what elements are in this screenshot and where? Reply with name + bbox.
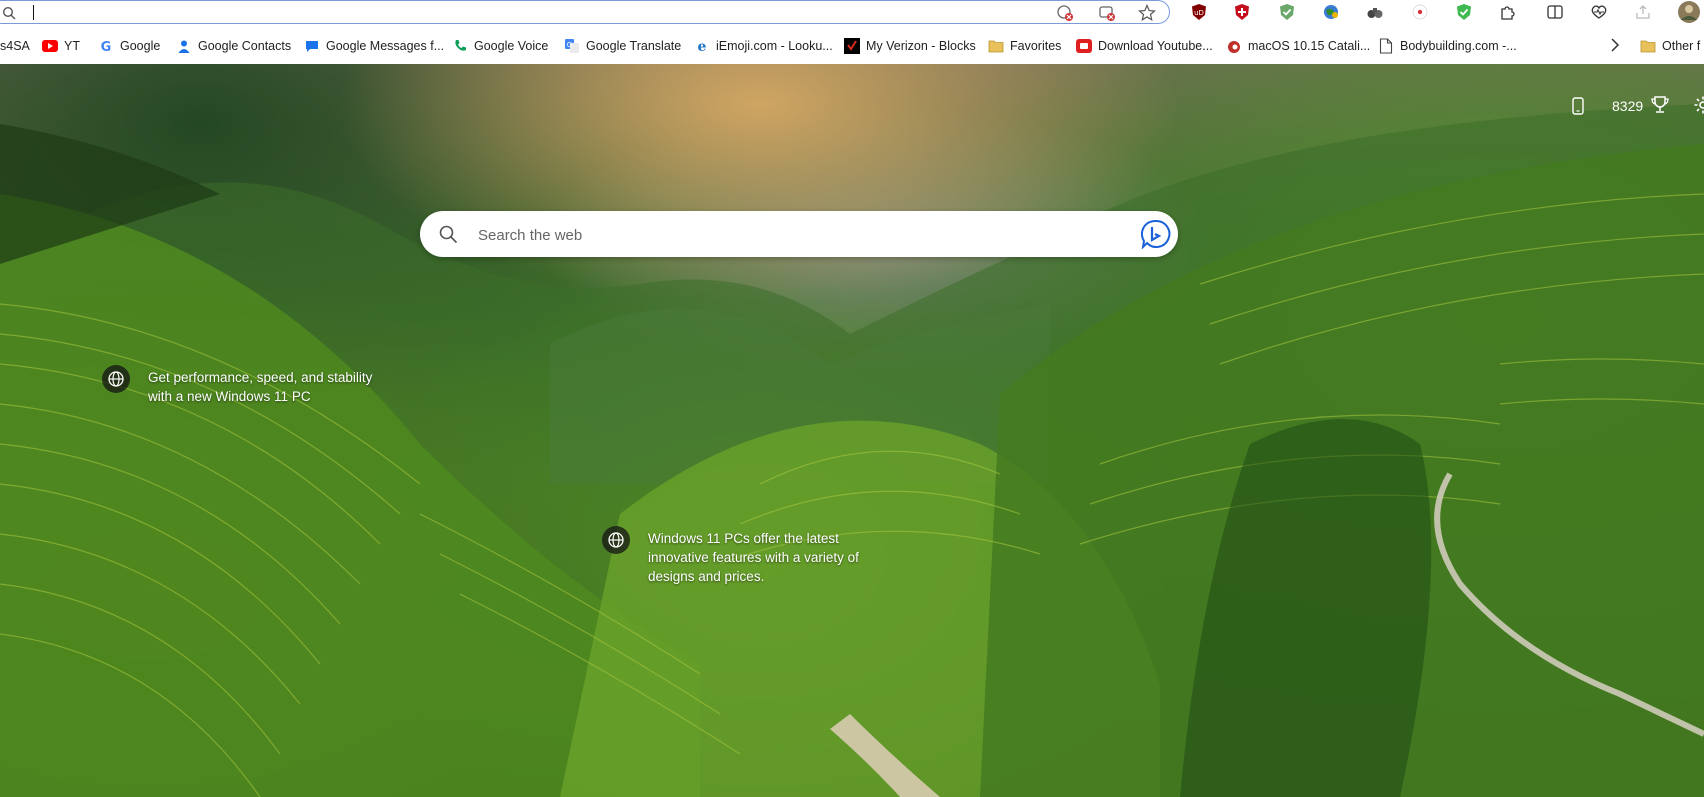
favorite-star-icon[interactable] [1138,4,1156,22]
tracking-prevention-icon[interactable] [1056,4,1074,22]
search-icon [2,6,16,25]
new-tab-page-background: 8329 Get performance, speed, and stabili… [0,64,1704,797]
globe-ext-icon[interactable] [1322,3,1340,21]
promo-hotspot[interactable]: Get performance, speed, and stability wi… [102,365,388,406]
svg-text:G: G [567,41,572,49]
favorites-bar: s4SA YT G Google Google Contacts Google … [0,33,1704,60]
address-input[interactable] [34,3,1038,23]
browser-toolbar: uD [0,0,1704,25]
voice-icon [452,38,468,54]
ublock-icon[interactable]: uD [1190,3,1208,21]
bookmark-item[interactable]: Google Contacts [176,37,291,55]
rewards-points[interactable]: 8329 [1612,98,1643,114]
shield-icon[interactable] [1233,3,1251,21]
globe-icon [102,365,130,393]
extensions-icon[interactable] [1498,3,1516,21]
share-icon[interactable] [1634,3,1652,21]
bing-chat-icon[interactable] [1140,219,1172,254]
bookmark-item[interactable]: Google Voice [452,37,548,55]
folder-icon [988,38,1004,54]
other-favorites-folder[interactable]: Other f [1640,37,1700,55]
bookmark-item[interactable]: YT [42,37,80,55]
page-icon [1378,38,1394,54]
messages-icon [304,38,320,54]
translate-icon: G [564,38,580,54]
svg-text:uD: uD [1194,9,1204,17]
checkmark-shield-icon[interactable] [1278,3,1296,21]
record-icon[interactable] [1411,3,1429,21]
folder-icon [1640,38,1656,54]
svg-text:G: G [101,40,112,53]
svg-text:e: e [698,39,707,54]
bookmark-item[interactable]: My Verizon - Blocks [844,37,976,55]
binoculars-icon[interactable] [1366,3,1384,21]
address-bar[interactable] [0,0,1170,24]
bookmark-item[interactable]: Bodybuilding.com -... [1378,37,1517,55]
bookmark-item[interactable]: Google Messages f... [304,37,444,55]
search-icon [438,224,458,249]
gear-icon[interactable] [1693,95,1704,120]
bookmark-item[interactable]: e iEmoji.com - Looku... [694,37,833,55]
phone-icon[interactable] [1572,97,1584,120]
mac-icon [1226,38,1242,54]
search-input[interactable] [476,223,1080,247]
contacts-icon [176,38,192,54]
globe-icon [602,526,630,554]
green-shield-icon[interactable] [1455,3,1473,21]
bookmark-item[interactable]: Download Youtube... [1076,37,1213,55]
split-screen-icon[interactable] [1546,3,1564,21]
promo-hotspot[interactable]: Windows 11 PCs offer the latest innovati… [602,526,888,586]
bookmark-item[interactable]: macOS 10.15 Catali... [1226,37,1370,55]
hotspot-text: Get performance, speed, and stability wi… [148,370,373,404]
google-icon: G [98,38,114,54]
youtube-icon [42,38,58,54]
verizon-icon [844,38,860,54]
rice-terrace-background [0,104,1704,797]
profile-avatar[interactable] [1678,1,1700,23]
hotspot-text: Windows 11 PCs offer the latest innovati… [648,531,859,584]
browser-essentials-icon[interactable] [1590,3,1608,21]
app-available-icon[interactable] [1098,4,1116,22]
bookmark-item[interactable]: G Google [98,37,161,55]
bookmark-item[interactable]: G Google Translate [564,37,681,55]
ie-icon: e [694,38,710,54]
download-icon [1076,38,1092,54]
chevron-right-icon[interactable] [1610,38,1620,57]
web-search-box[interactable] [420,211,1178,257]
trophy-icon[interactable] [1650,95,1670,120]
bookmark-item[interactable]: Favorites [988,37,1061,55]
bookmark-item[interactable]: s4SA [0,37,30,55]
